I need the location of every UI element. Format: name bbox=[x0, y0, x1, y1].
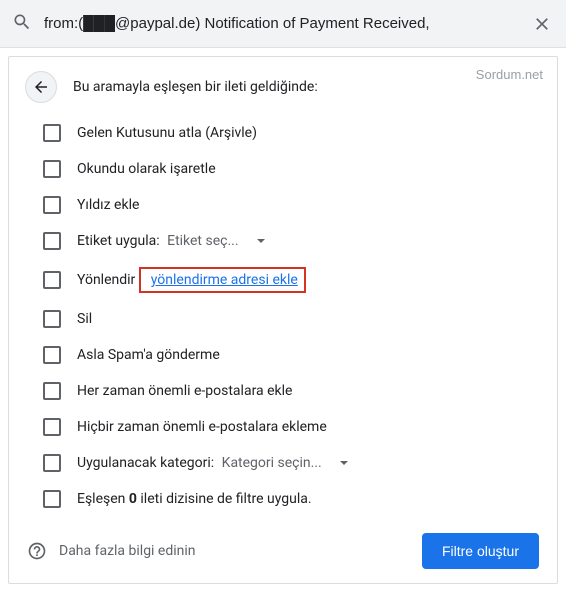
label-never-important: Hiçbir zaman önemli e-postalara ekleme bbox=[77, 419, 327, 435]
back-button[interactable] bbox=[25, 71, 57, 103]
label-skip-inbox: Gelen Kutusunu atla (Arşivle) bbox=[77, 125, 257, 141]
label-always-important: Her zaman önemli e-postalara ekle bbox=[77, 383, 292, 399]
options-list: Gelen Kutusunu atla (Arşivle) Okundu ola… bbox=[9, 111, 557, 517]
option-never-important: Hiçbir zaman önemli e-postalara ekleme bbox=[31, 409, 557, 445]
checkbox-always-important[interactable] bbox=[43, 382, 61, 400]
chevron-down-icon bbox=[340, 461, 348, 465]
option-star: Yıldız ekle bbox=[31, 187, 557, 223]
label-category: Uygulanacak kategori: Kategori seçin... bbox=[77, 455, 348, 471]
panel-title: Bu aramayla eşleşen bir ileti geldiğinde… bbox=[73, 79, 318, 95]
label-apply-label: Etiket uygula: Etiket seç... bbox=[77, 233, 265, 249]
label-star: Yıldız ekle bbox=[77, 197, 139, 213]
option-category: Uygulanacak kategori: Kategori seçin... bbox=[31, 445, 557, 481]
watermark: Sordum.net bbox=[476, 67, 543, 82]
search-input[interactable] bbox=[44, 15, 518, 32]
search-icon bbox=[12, 12, 32, 36]
clear-search-button[interactable] bbox=[530, 12, 554, 36]
add-forward-address-link[interactable]: yönlendirme adresi ekle bbox=[151, 272, 298, 288]
category-dropdown[interactable]: Kategori seçin... bbox=[222, 455, 348, 471]
label-dropdown[interactable]: Etiket seç... bbox=[167, 233, 264, 249]
option-also-apply: Eşleşen 0 ileti dizisine de filtre uygul… bbox=[31, 481, 557, 517]
checkbox-also-apply[interactable] bbox=[43, 490, 61, 508]
checkbox-delete[interactable] bbox=[43, 310, 61, 328]
label-never-spam: Asla Spam'a gönderme bbox=[77, 347, 220, 363]
label-mark-read: Okundu olarak işaretle bbox=[77, 161, 216, 177]
help-icon bbox=[27, 541, 47, 561]
create-filter-button[interactable]: Filtre oluştur bbox=[422, 533, 539, 569]
panel-header: Bu aramayla eşleşen bir ileti geldiğinde… bbox=[9, 57, 557, 111]
label-forward: Yönlendir yönlendirme adresi ekle bbox=[77, 267, 306, 293]
option-skip-inbox: Gelen Kutusunu atla (Arşivle) bbox=[31, 115, 557, 151]
filter-panel: Sordum.net Bu aramayla eşleşen bir ileti… bbox=[8, 56, 558, 584]
option-never-spam: Asla Spam'a gönderme bbox=[31, 337, 557, 373]
highlight-annotation: yönlendirme adresi ekle bbox=[139, 267, 306, 293]
learn-more-text: Daha fazla bilgi edinin bbox=[59, 543, 196, 559]
checkbox-forward[interactable] bbox=[43, 271, 61, 289]
checkbox-star[interactable] bbox=[43, 196, 61, 214]
checkbox-apply-label[interactable] bbox=[43, 232, 61, 250]
checkbox-never-important[interactable] bbox=[43, 418, 61, 436]
checkbox-mark-read[interactable] bbox=[43, 160, 61, 178]
learn-more-link[interactable]: Daha fazla bilgi edinin bbox=[27, 541, 196, 561]
option-delete: Sil bbox=[31, 301, 557, 337]
checkbox-category[interactable] bbox=[43, 454, 61, 472]
option-apply-label: Etiket uygula: Etiket seç... bbox=[31, 223, 557, 259]
label-also-apply: Eşleşen 0 ileti dizisine de filtre uygul… bbox=[77, 491, 312, 507]
search-bar bbox=[0, 0, 566, 48]
option-forward: Yönlendir yönlendirme adresi ekle bbox=[31, 259, 557, 301]
chevron-down-icon bbox=[257, 239, 265, 243]
checkbox-never-spam[interactable] bbox=[43, 346, 61, 364]
label-delete: Sil bbox=[77, 311, 92, 327]
option-always-important: Her zaman önemli e-postalara ekle bbox=[31, 373, 557, 409]
checkbox-skip-inbox[interactable] bbox=[43, 124, 61, 142]
panel-footer: Daha fazla bilgi edinin Filtre oluştur bbox=[9, 519, 557, 583]
option-mark-read: Okundu olarak işaretle bbox=[31, 151, 557, 187]
